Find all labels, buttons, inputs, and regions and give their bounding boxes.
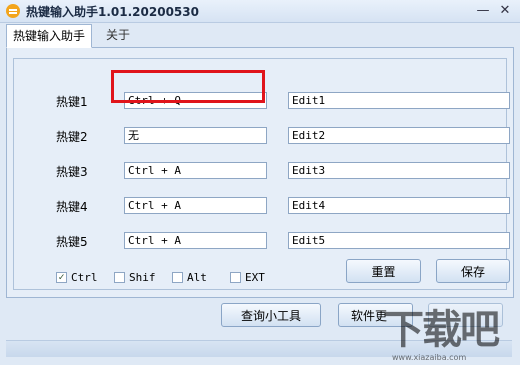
window-title: 热键输入助手1.01.20200530 [26, 5, 199, 19]
highlight-box [111, 70, 265, 103]
edit2-input[interactable]: Edit2 [288, 127, 510, 144]
reset-button[interactable]: 重置 [346, 259, 421, 283]
hotkey5-input[interactable]: Ctrl + A [124, 232, 267, 249]
ctrl-checkbox[interactable]: ✓ [56, 272, 67, 283]
hotkey1-label: 热键1 [56, 95, 88, 109]
ctrl-label: Ctrl [71, 271, 98, 284]
alt-label: Alt [187, 271, 207, 284]
app-icon [6, 4, 20, 18]
query-tool-button[interactable]: 查询小工具 [221, 303, 321, 327]
minimize-icon[interactable]: — [474, 2, 492, 20]
hotkey5-label: 热键5 [56, 235, 88, 249]
ext-checkbox[interactable] [230, 272, 241, 283]
watermark-url: www.xiazaiba.com [392, 353, 467, 362]
shif-label: Shif [129, 271, 156, 284]
main-panel: 热键1 Ctrl + Q Edit1 热键2 无 Edit2 热键3 Ctrl … [6, 47, 514, 298]
edit1-input[interactable]: Edit1 [288, 92, 510, 109]
shif-checkbox[interactable] [114, 272, 125, 283]
hotkey2-label: 热键2 [56, 130, 88, 144]
watermark-logo: 下载吧 [384, 307, 500, 353]
hotkey3-label: 热键3 [56, 165, 88, 179]
hotkey4-label: 热键4 [56, 200, 88, 214]
edit5-input[interactable]: Edit5 [288, 232, 510, 249]
tab-about[interactable]: 关于 [100, 24, 136, 46]
hotkey4-input[interactable]: Ctrl + A [124, 197, 267, 214]
alt-checkbox[interactable] [172, 272, 183, 283]
close-icon[interactable]: ✕ [496, 2, 514, 20]
tab-strip: 热键输入助手 关于 [0, 22, 520, 48]
save-button[interactable]: 保存 [436, 259, 510, 283]
hotkey2-input[interactable]: 无 [124, 127, 267, 144]
title-bar: 热键输入助手1.01.20200530 — ✕ [0, 0, 520, 23]
edit4-input[interactable]: Edit4 [288, 197, 510, 214]
hotkey3-input[interactable]: Ctrl + A [124, 162, 267, 179]
ext-label: EXT [245, 271, 265, 284]
tab-hotkey-helper[interactable]: 热键输入助手 [6, 24, 93, 48]
edit3-input[interactable]: Edit3 [288, 162, 510, 179]
